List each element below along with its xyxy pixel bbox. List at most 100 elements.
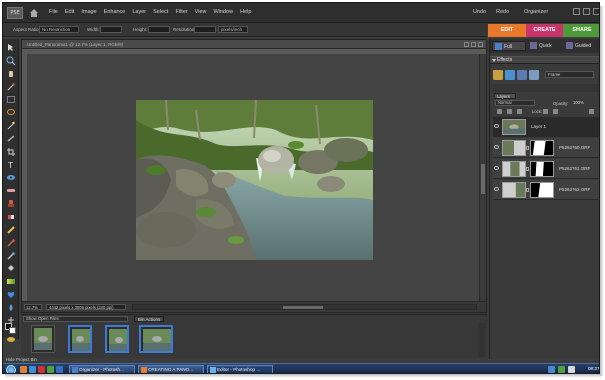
panorama-photo[interactable] <box>136 100 373 260</box>
tab-quick[interactable]: Quick <box>528 41 562 51</box>
lock-all-icon[interactable] <box>553 109 558 114</box>
marquee-icon[interactable] <box>6 95 16 104</box>
effects-category-select[interactable]: Frame <box>545 71 594 78</box>
brush-icon[interactable] <box>6 238 16 247</box>
eye-icon[interactable] <box>494 187 499 191</box>
lock-transparent-icon[interactable] <box>543 109 548 114</box>
eye-icon[interactable] <box>494 145 499 149</box>
quicklaunch-icon[interactable] <box>56 366 63 373</box>
bin-actions-menu[interactable]: Bin Actions <box>134 316 165 322</box>
project-thumbnail[interactable] <box>31 325 55 353</box>
menu-layer[interactable]: Layer <box>132 9 146 15</box>
eraser-icon[interactable] <box>6 212 16 221</box>
project-bin-scrollbar[interactable] <box>478 323 485 357</box>
link-layers-icon[interactable] <box>517 109 522 114</box>
aspect-ratio-select[interactable]: No Restriction <box>39 26 79 33</box>
doc-close-button[interactable] <box>478 42 483 47</box>
project-thumbnail[interactable] <box>105 325 129 353</box>
lasso-icon[interactable] <box>6 108 16 117</box>
menu-file[interactable]: File <box>49 9 58 15</box>
width-field[interactable] <box>100 26 122 33</box>
resolution-field[interactable] <box>194 26 216 33</box>
clone-stamp-icon[interactable] <box>6 199 16 208</box>
tab-guided[interactable]: Guided <box>564 41 599 51</box>
effects-panel-header[interactable]: Effects <box>490 56 599 64</box>
layer-row[interactable]: P5262760.ORF <box>493 138 599 158</box>
tab-create[interactable]: CREATE <box>526 24 563 37</box>
blur-icon[interactable] <box>6 303 16 312</box>
doc-maximize-button[interactable] <box>471 42 476 47</box>
gradient-icon[interactable] <box>6 277 16 286</box>
adjustment-layer-icon[interactable] <box>507 109 512 114</box>
vertical-scrollbar[interactable] <box>479 54 486 301</box>
magic-wand-icon[interactable] <box>6 121 16 130</box>
scroll-thumb[interactable] <box>283 306 323 309</box>
zoom-icon[interactable] <box>6 56 16 65</box>
quicklaunch-icon[interactable] <box>20 366 27 373</box>
tab-share[interactable]: SHARE <box>563 24 599 37</box>
menu-image[interactable]: Image <box>81 9 96 15</box>
collapse-triangle-icon[interactable] <box>492 59 496 62</box>
tab-edit[interactable]: EDIT <box>488 24 526 37</box>
menu-help[interactable]: Help <box>240 9 251 15</box>
layer-row[interactable]: P5262762.ORF <box>493 180 599 200</box>
tab-full[interactable]: Full <box>492 41 526 51</box>
tray-icon[interactable] <box>548 366 555 373</box>
scroll-thumb[interactable] <box>481 164 485 194</box>
quick-selection-icon[interactable] <box>6 134 16 143</box>
doc-minimize-button[interactable] <box>464 42 469 47</box>
zoom-field[interactable]: 12.7% <box>24 304 42 310</box>
red-eye-icon[interactable] <box>6 173 16 182</box>
maximize-button[interactable] <box>583 8 590 15</box>
layer-row[interactable]: Layer 1 <box>493 117 599 137</box>
crop-icon[interactable] <box>6 147 16 156</box>
filters-icon[interactable] <box>493 70 503 80</box>
paint-bucket-icon[interactable] <box>6 264 16 273</box>
eyedropper-icon[interactable] <box>6 82 16 91</box>
show-open-files-select[interactable]: Show Open Files <box>23 316 128 322</box>
menu-edit[interactable]: Edit <box>65 9 74 15</box>
type-icon[interactable]: T <box>6 160 16 169</box>
eye-icon[interactable] <box>494 166 499 170</box>
blend-mode-select[interactable]: Normal <box>495 100 535 106</box>
start-orb-icon[interactable] <box>6 365 16 373</box>
smart-brush-icon[interactable] <box>6 251 16 260</box>
ellipse-icon[interactable] <box>6 335 16 344</box>
taskbar-button-tutorial[interactable]: CREATING A PANO... <box>138 365 204 373</box>
eye-icon[interactable] <box>494 124 499 128</box>
resolution-units-select[interactable]: pixels/inch <box>218 26 248 33</box>
quicklaunch-icon[interactable] <box>29 366 36 373</box>
delete-layer-icon[interactable] <box>589 109 594 114</box>
home-icon[interactable] <box>29 8 39 18</box>
project-thumbnail[interactable] <box>68 325 92 353</box>
horizontal-scrollbar[interactable] <box>132 304 477 310</box>
minimize-button[interactable] <box>573 8 580 15</box>
layer-styles-icon[interactable] <box>505 70 515 80</box>
redo-button[interactable]: Redo <box>496 9 509 15</box>
menu-filter[interactable]: Filter <box>175 9 187 15</box>
healing-icon[interactable] <box>6 186 16 195</box>
menu-enhance[interactable]: Enhance <box>104 9 126 15</box>
project-thumbnail[interactable] <box>139 325 173 353</box>
close-button[interactable] <box>593 8 599 15</box>
photo-effects-icon[interactable] <box>517 70 527 80</box>
opacity-field[interactable]: 100% <box>573 100 591 106</box>
all-effects-icon[interactable] <box>529 70 539 80</box>
background-color-swatch[interactable] <box>9 327 16 334</box>
move-icon[interactable] <box>6 43 16 52</box>
organizer-button[interactable]: Organizer <box>524 9 548 15</box>
undo-button[interactable]: Undo <box>473 9 486 15</box>
hide-project-bin-toggle[interactable]: Hide Project Bin <box>6 357 37 362</box>
layer-row[interactable]: P5262761.ORF <box>493 159 599 179</box>
volume-icon[interactable] <box>568 366 575 373</box>
menu-view[interactable]: View <box>195 9 207 15</box>
tray-icon[interactable] <box>558 366 565 373</box>
hand-icon[interactable] <box>6 69 16 78</box>
pencil-icon[interactable] <box>6 225 16 234</box>
quicklaunch-icon[interactable] <box>38 366 45 373</box>
menu-select[interactable]: Select <box>153 9 168 15</box>
menu-window[interactable]: Window <box>214 9 234 15</box>
document-size-info[interactable]: 4442 pixels x 3006 pixels (240 ppi) <box>46 304 126 310</box>
taskbar-button-organizer[interactable]: Organizer - Photosh... <box>69 365 135 373</box>
height-field[interactable] <box>148 26 170 33</box>
